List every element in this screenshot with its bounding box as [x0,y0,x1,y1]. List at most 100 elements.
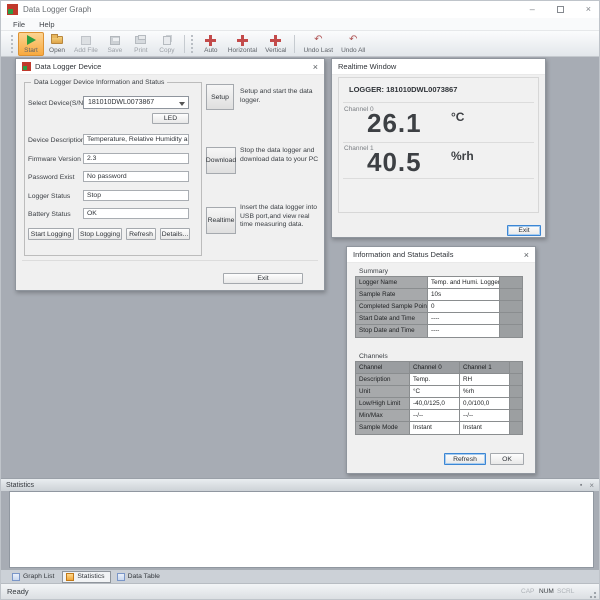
table-row: Start Date and Time ---- [356,313,522,325]
toolbar-undo-all-button[interactable]: ↶ Undo All [337,32,369,56]
print-icon [135,36,146,44]
toolbar-auto-button[interactable]: Auto [198,32,224,56]
tab-graph-list[interactable]: Graph List [9,572,59,582]
device-exit-button[interactable]: Exit [223,273,303,284]
details-refresh-button[interactable]: Refresh [444,453,486,465]
minimize-icon[interactable]: – [530,1,535,18]
firmware-version-label: Firmware Version [28,156,81,163]
statistics-panel-title: Statistics [6,482,34,489]
toolbar-vertical-button[interactable]: Vertical [261,32,290,56]
maximize-icon[interactable] [557,6,564,13]
resize-grip[interactable] [587,589,597,599]
realtime-panel: LOGGER: 181010DWL0073867 Channel 0 26.1 … [338,77,539,213]
select-device-label: Select Device(S/N) [28,100,85,107]
caps-lock-indicator: CAP [521,588,534,595]
device-info-group-title: Data Logger Device Information and Statu… [31,79,167,86]
logger-status-label: Logger Status [28,193,70,200]
toolbar-add-file-button[interactable]: Add File [70,32,102,56]
device-description-value: Temperature, Relative Humidity and De [83,134,189,145]
details-dialog-title: Information and Status Details [353,250,453,259]
statistics-icon [66,573,74,581]
table-row: Logger Name Temp. and Humi. Logger [356,277,522,289]
refresh-button[interactable]: Refresh [126,228,156,240]
status-bar: Ready CAP NUM SCRL [1,583,599,600]
table-row: Low/High Limit -40,0/125,0 0,0/100,0 [356,398,522,410]
window-title: Data Logger Graph [23,5,92,14]
table-row: Sample Rate 10s [356,289,522,301]
status-message: Ready [7,587,29,596]
details-dialog-body: Summary Logger Name Temp. and Humi. Logg… [347,263,535,473]
statistics-content-area[interactable] [9,491,594,568]
horizontal-zoom-icon [237,35,248,46]
table-row: Completed Sample Points 0 [356,301,522,313]
channel0-unit: °C [451,110,464,124]
toolbar-copy-button[interactable]: Copy [154,32,180,56]
toolbar-start-button[interactable]: Start [18,32,44,56]
table-row: Min/Max --/-- --/-- [356,410,522,422]
undo-last-icon: ↶ [314,35,322,45]
realtime-window-title: Realtime Window [338,62,396,71]
table-header-row: Channel Channel 0 Channel 1 [356,362,522,374]
summary-table: Logger Name Temp. and Humi. Logger Sampl… [355,276,523,338]
title-bar: Data Logger Graph – × [1,1,599,18]
setup-description: Setup and start the data logger. [240,88,324,105]
menu-file[interactable]: File [13,20,25,29]
close-icon[interactable]: × [313,60,318,74]
table-row: Unit °C %rh [356,386,522,398]
toolbar-print-button[interactable]: Print [128,32,154,56]
num-lock-indicator: NUM [539,588,554,595]
add-file-icon [81,36,91,45]
toolbar-grip [11,35,14,53]
realtime-description: Insert the data logger into USB port,and… [240,204,324,230]
toolbar: Start Open Add File Save Print Copy Auto [1,31,599,57]
device-dialog-title: Data Logger Device [35,62,101,71]
details-ok-button[interactable]: OK [490,453,524,465]
undo-all-icon: ↶ [349,35,357,45]
tab-statistics[interactable]: Statistics [62,571,110,583]
battery-status-value: OK [83,208,189,219]
logger-status-value: Stop [83,190,189,201]
toolbar-horizontal-button[interactable]: Horizontal [224,32,261,56]
details-button[interactable]: Details... [160,228,190,240]
led-button[interactable]: LED [152,113,189,124]
toolbar-separator [184,35,185,53]
setup-button[interactable]: Setup [206,84,234,110]
menu-bar: File Help [1,18,599,31]
start-logging-button[interactable]: Start Logging [28,228,74,240]
toolbar-open-button[interactable]: Open [44,32,70,56]
chevron-down-icon [179,102,185,106]
device-dialog-icon [22,62,31,71]
scroll-lock-indicator: SCRL [557,588,574,595]
download-button[interactable]: Download [206,147,236,174]
details-dialog: Information and Status Details × Summary… [346,246,536,474]
close-icon[interactable]: × [524,248,529,262]
open-folder-icon [51,36,63,44]
device-dialog: Data Logger Device × Data Logger Device … [15,58,325,291]
pin-icon[interactable]: ▪ [580,482,582,489]
channel1-value: 40.5 [367,147,422,178]
statistics-panel-header: Statistics ▪ × [1,478,599,491]
download-description: Stop the data logger and download data t… [240,147,324,164]
device-dialog-titlebar: Data Logger Device × [16,59,324,75]
device-description-label: Device Description [28,137,85,144]
select-device-dropdown[interactable]: 181010DWL0073867 [83,96,189,109]
password-exist-value: No password [83,171,189,182]
divider [343,102,534,103]
realtime-button[interactable]: Realtime [206,207,236,234]
realtime-window-titlebar: Realtime Window [332,59,545,75]
stop-logging-button[interactable]: Stop Logging [78,228,122,240]
password-exist-label: Password Exist [28,174,74,181]
close-icon[interactable]: × [586,1,591,18]
divider [343,142,534,143]
menu-help[interactable]: Help [39,20,54,29]
tab-data-table[interactable]: Data Table [114,572,165,582]
toolbar-save-button[interactable]: Save [102,32,128,56]
auto-zoom-icon [205,35,216,46]
data-table-icon [117,573,125,581]
table-row: Stop Date and Time ---- [356,325,522,337]
device-dialog-body: Data Logger Device Information and Statu… [16,76,324,290]
close-icon[interactable]: × [589,481,594,490]
toolbar-undo-last-button[interactable]: ↶ Undo Last [299,32,337,56]
vertical-zoom-icon [270,35,281,46]
realtime-exit-button[interactable]: Exit [507,225,541,236]
